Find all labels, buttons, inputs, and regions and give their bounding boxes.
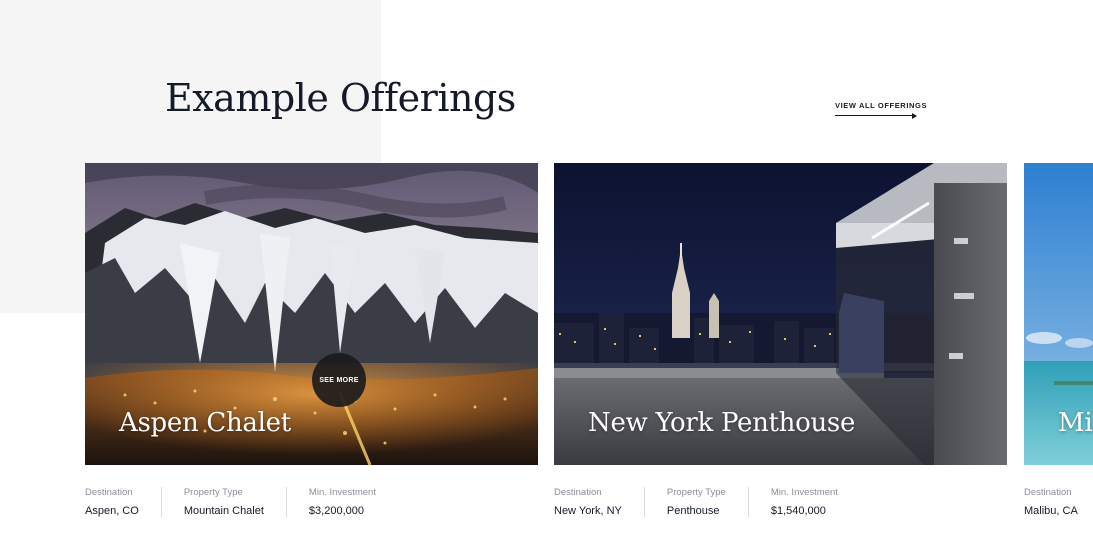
detail-destination: Destination New York, NY (554, 487, 645, 517)
arrow-right-icon (912, 112, 917, 119)
offering-card-aspen: Aspen Chalet SEE MORE Destination Aspen,… (85, 163, 538, 533)
offering-image-aspen[interactable]: Aspen Chalet SEE MORE (85, 163, 538, 465)
property-type-label: Property Type (666, 487, 726, 498)
offering-name: New York Penthouse (588, 408, 856, 438)
min-investment-label: Min. Investment (308, 487, 376, 498)
property-type-label: Property Type (183, 487, 243, 498)
destination-value: Malibu, CA (1024, 505, 1078, 517)
destination-value: New York, NY (554, 505, 622, 517)
offering-card-malibu: Mia Destination Malibu, CA (1024, 163, 1093, 533)
see-more-button[interactable]: SEE MORE (312, 353, 366, 407)
detail-destination: Destination Malibu, CA (1024, 487, 1093, 517)
destination-label: Destination (1024, 487, 1072, 498)
offering-details: Destination Malibu, CA (1024, 487, 1093, 517)
detail-min-investment: Min. Investment $3,200,000 (309, 487, 398, 517)
destination-label: Destination (554, 487, 602, 498)
detail-property-type: Property Type Mountain Chalet (184, 487, 287, 517)
detail-min-investment: Min. Investment $1,540,000 (771, 487, 860, 517)
section-title: Example Offerings (165, 76, 516, 120)
offering-details: Destination New York, NY Property Type P… (554, 487, 882, 517)
offering-image-new-york[interactable]: New York Penthouse (554, 163, 1007, 465)
property-type-value: Mountain Chalet (183, 505, 264, 517)
view-all-offerings-link[interactable]: VIEW ALL OFFERINGS (835, 101, 926, 119)
detail-destination: Destination Aspen, CO (85, 487, 162, 517)
destination-value: Aspen, CO (85, 505, 139, 517)
property-type-value: Penthouse (666, 505, 720, 517)
offering-details: Destination Aspen, CO Property Type Moun… (85, 487, 420, 517)
detail-property-type: Property Type Penthouse (667, 487, 749, 517)
min-investment-value: $3,200,000 (308, 505, 364, 517)
min-investment-label: Min. Investment (770, 487, 838, 498)
min-investment-value: $1,540,000 (770, 505, 826, 517)
view-all-label: VIEW ALL OFFERINGS (835, 101, 928, 110)
offering-image-malibu[interactable]: Mia (1024, 163, 1093, 465)
offering-card-new-york: New York Penthouse Destination New York,… (554, 163, 1007, 533)
offering-name: Aspen Chalet (119, 408, 291, 438)
destination-label: Destination (85, 487, 133, 498)
offering-name: Mia (1058, 408, 1093, 438)
